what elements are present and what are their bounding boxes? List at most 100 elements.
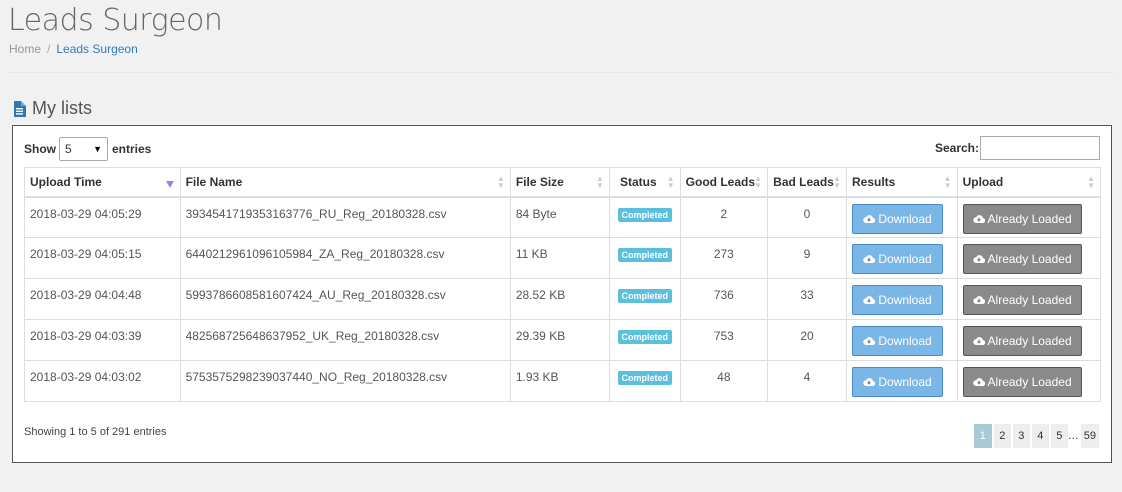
cloud-upload-icon [972, 377, 988, 387]
search-label: Search: [934, 141, 979, 155]
already-loaded-button[interactable]: Already Loaded [962, 244, 1082, 274]
cell-status: Completed [608, 278, 681, 320]
cell-good-leads: 753 [679, 319, 769, 361]
column-header-good-leads[interactable]: Good Leads ▲ ▼ [679, 167, 769, 198]
cell-upload: Already Loaded [956, 278, 1102, 320]
column-header-bad-leads[interactable]: Bad Leads ▲ ▼ [767, 167, 847, 198]
divider [8, 72, 1114, 73]
status-badge: Completed [617, 371, 673, 385]
cell-good-leads: 273 [679, 237, 769, 279]
already-loaded-button[interactable]: Already Loaded [962, 203, 1082, 234]
cell-file-size: 84 Byte [509, 196, 610, 238]
column-header-upload-time[interactable]: Upload Time [24, 167, 181, 198]
download-button[interactable]: Download [852, 367, 943, 397]
sort-desc-icon [165, 181, 174, 188]
breadcrumb-home[interactable]: Home [9, 42, 41, 56]
cell-file-size: 29.39 KB [509, 319, 610, 361]
page-button-5[interactable]: 5 [1050, 424, 1068, 448]
cell-bad-leads: 20 [767, 319, 847, 361]
length-show-label: Show [24, 142, 56, 156]
cell-good-leads: 48 [679, 360, 769, 402]
sort-icon: ▲ ▼ [754, 173, 763, 190]
search-input[interactable] [980, 136, 1100, 160]
download-button[interactable]: Download [852, 203, 943, 234]
already-loaded-label: Already Loaded [987, 252, 1072, 266]
page-title: Leads Surgeon [8, 3, 223, 38]
cloud-upload-icon [972, 214, 988, 224]
breadcrumb-separator: / [47, 42, 51, 56]
cloud-download-icon [863, 214, 878, 224]
column-header-file-size[interactable]: File Size ▲ ▼ [509, 167, 610, 198]
download-label: Download [878, 293, 932, 307]
lists-panel: Show 5 ▼ entries Search: Upload Time Fil… [12, 125, 1112, 463]
download-button[interactable]: Download [852, 285, 943, 315]
download-button[interactable]: Download [852, 244, 943, 274]
section-title-label: My lists [32, 98, 92, 118]
download-label: Download [878, 252, 932, 266]
cell-bad-leads: 33 [767, 278, 847, 320]
cell-results: Download [846, 360, 958, 402]
column-header-file-name[interactable]: File Name ▲ ▼ [179, 167, 511, 198]
download-label: Download [878, 211, 932, 226]
pagination: 1 2 3 4 5 … 59 [972, 424, 1099, 448]
cell-file-name: 3934541719353163776_RU_Reg_20180328.csv [179, 196, 511, 238]
cloud-download-icon [863, 295, 878, 305]
page-button-3[interactable]: 3 [1012, 424, 1030, 448]
cell-bad-leads: 9 [767, 237, 847, 279]
cell-upload: Already Loaded [956, 237, 1102, 279]
column-header-results[interactable]: Results ▲ ▼ [846, 167, 958, 198]
already-loaded-label: Already Loaded [987, 293, 1072, 307]
table-header-row: Upload Time File Name ▲ ▼ File Size ▲ ▼ Stat… [24, 167, 1102, 198]
cell-results: Download [846, 237, 958, 279]
search-control: Search: [935, 136, 1100, 160]
cell-upload-time: 2018-03-29 04:05:29 [24, 196, 181, 238]
cloud-upload-icon [972, 336, 988, 346]
already-loaded-button[interactable]: Already Loaded [962, 367, 1082, 397]
cell-good-leads: 736 [679, 278, 769, 320]
cell-upload: Already Loaded [956, 196, 1102, 238]
already-loaded-button[interactable]: Already Loaded [962, 326, 1082, 356]
length-entries-label: entries [112, 142, 152, 156]
cell-status: Completed [608, 360, 681, 402]
page-button-4[interactable]: 4 [1031, 424, 1049, 448]
already-loaded-button[interactable]: Already Loaded [962, 285, 1082, 315]
cell-good-leads: 2 [679, 196, 769, 238]
page-button-last[interactable]: 59 [1080, 424, 1099, 448]
cell-upload-time: 2018-03-29 04:03:39 [24, 319, 181, 361]
table-row: 2018-03-29 04:03:02 5753575298239037440_N… [24, 360, 1102, 402]
cell-upload: Already Loaded [956, 319, 1102, 361]
page-button-2[interactable]: 2 [993, 424, 1011, 448]
lists-table: Upload Time File Name ▲ ▼ File Size ▲ ▼ Stat… [24, 167, 1102, 402]
cell-results: Download [846, 319, 958, 361]
status-badge: Completed [617, 330, 673, 344]
status-badge: Completed [617, 289, 673, 303]
file-text-icon [14, 100, 26, 117]
section-title: My lists [13, 98, 92, 119]
cloud-download-icon [863, 254, 878, 264]
table-row: 2018-03-29 04:03:39 482568725648637952_UK… [24, 319, 1102, 361]
download-label: Download [878, 375, 932, 389]
cell-file-size: 1.93 KB [509, 360, 610, 402]
cell-bad-leads: 4 [767, 360, 847, 402]
cloud-download-icon [863, 377, 878, 387]
table-row: 2018-03-29 04:05:29 3934541719353163776_R… [24, 196, 1102, 238]
cloud-download-icon [863, 336, 878, 346]
cloud-upload-icon [972, 295, 988, 305]
cell-upload-time: 2018-03-29 04:03:02 [24, 360, 181, 402]
status-badge: Completed [617, 248, 673, 262]
column-header-status[interactable]: Status ▲ ▼ [608, 167, 681, 198]
column-header-upload[interactable]: Upload ▲ ▼ [956, 167, 1102, 198]
table-row: 2018-03-29 04:04:48 5993786608581607424_A… [24, 278, 1102, 320]
cell-status: Completed [608, 319, 681, 361]
sort-icon: ▲ ▼ [833, 173, 841, 190]
breadcrumb-current[interactable]: Leads Surgeon [56, 42, 137, 56]
length-select[interactable]: 5 ▼ [59, 137, 108, 161]
download-button[interactable]: Download [852, 326, 943, 356]
cell-status: Completed [608, 196, 681, 238]
page-button-1[interactable]: 1 [973, 424, 992, 448]
chevron-down-icon: ▼ [93, 144, 102, 154]
already-loaded-label: Already Loaded [987, 375, 1072, 389]
cell-file-name: 5753575298239037440_NO_Reg_20180328.csv [179, 360, 511, 402]
already-loaded-label: Already Loaded [987, 211, 1072, 226]
cloud-upload-icon [972, 254, 988, 264]
